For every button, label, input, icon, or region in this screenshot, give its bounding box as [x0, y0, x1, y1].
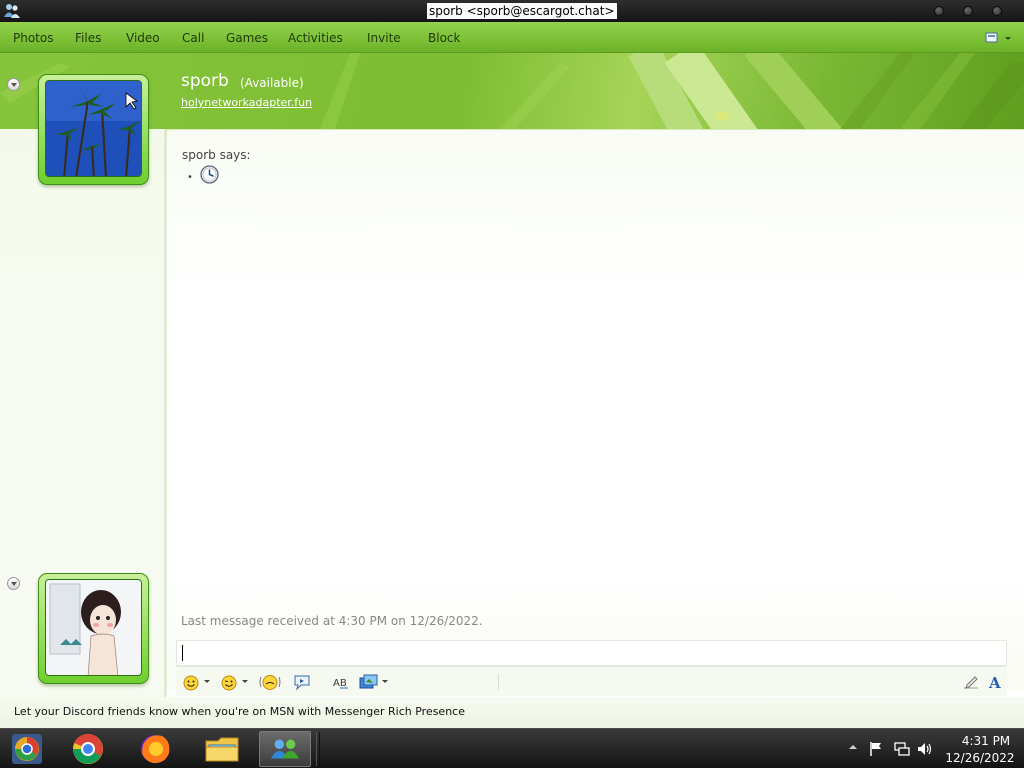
my-display-picture[interactable]: [38, 573, 149, 684]
minimize-button[interactable]: [934, 6, 944, 16]
last-message-timestamp: Last message received at 4:30 PM on 12/2…: [181, 614, 483, 628]
voice-clip-icon[interactable]: [292, 672, 312, 692]
contact-header-banner: [0, 53, 1024, 129]
svg-text:A: A: [988, 674, 1001, 692]
message-bullet: •: [187, 172, 193, 183]
show-taskbar-divider: [316, 732, 320, 766]
menu-games[interactable]: Games: [226, 30, 268, 46]
background-icon[interactable]: [359, 672, 379, 692]
handwriting-icon[interactable]: [962, 672, 980, 692]
contact-display-picture[interactable]: [38, 74, 149, 185]
menu-photos[interactable]: Photos: [13, 30, 53, 46]
close-button[interactable]: [992, 6, 1002, 16]
maximize-button[interactable]: [963, 6, 973, 16]
menu-video[interactable]: Video: [126, 30, 160, 46]
contact-picture-menu-button[interactable]: [7, 78, 20, 91]
nudge-icon[interactable]: [258, 672, 282, 692]
my-picture-menu-button[interactable]: [7, 577, 20, 590]
contact-personal-message[interactable]: holynetworkadapter.fun: [181, 96, 312, 110]
emoticon-dropdown-icon[interactable]: [204, 680, 210, 683]
menu-invite[interactable]: Invite: [367, 30, 401, 46]
ad-text[interactable]: Let your Discord friends know when you'r…: [14, 704, 465, 720]
conversation-area[interactable]: [167, 130, 1024, 690]
bamboo-background: [0, 53, 1024, 129]
file-explorer-icon[interactable]: [196, 731, 248, 767]
menu-call[interactable]: Call: [182, 30, 204, 46]
contact-status: (Available): [240, 76, 304, 90]
svg-text:AB: AB: [333, 678, 347, 689]
text-caret: [182, 645, 183, 661]
volume-icon[interactable]: [916, 741, 934, 757]
contact-name: sporb: [181, 71, 229, 91]
cartoon-avatar-picture: [45, 579, 142, 676]
chrome-canary-icon[interactable]: [2, 731, 54, 767]
taskbar-date[interactable]: 12/26/2022: [942, 750, 1018, 766]
font-icon[interactable]: A: [987, 672, 1005, 692]
title-bar[interactable]: sporb <sporb@escargot.chat>: [0, 0, 1024, 22]
taskbar: 4:31 PM 12/26/2022: [0, 728, 1024, 768]
network-icon[interactable]: [893, 741, 911, 757]
action-center-flag-icon[interactable]: [868, 741, 884, 757]
menu-files[interactable]: Files: [75, 30, 101, 46]
message-input[interactable]: [176, 640, 1007, 666]
window-title: sporb <sporb@escargot.chat>: [427, 3, 617, 19]
menu-block[interactable]: Block: [428, 30, 460, 46]
taskbar-time[interactable]: 4:31 PM: [956, 733, 1016, 749]
sender-says-label: sporb says:: [182, 148, 251, 162]
formatting-toolbar: AB A: [176, 666, 1007, 696]
chrome-icon[interactable]: [62, 731, 114, 767]
font-spell-icon[interactable]: AB: [332, 672, 352, 692]
menu-bar: Photos Files Video Call Games Activities…: [0, 22, 1024, 53]
messenger-icon[interactable]: [259, 731, 311, 767]
clock-emoticon-icon: [200, 165, 219, 184]
show-hidden-icons-icon[interactable]: [848, 742, 858, 752]
emoticon-icon[interactable]: [182, 672, 200, 692]
layout-menu-icon[interactable]: [985, 31, 1013, 45]
menu-activities[interactable]: Activities: [288, 30, 343, 46]
wink-icon[interactable]: [220, 672, 238, 692]
messenger-app-icon[interactable]: [3, 2, 21, 20]
wink-dropdown-icon[interactable]: [242, 680, 248, 683]
toolbar-separator: [498, 674, 499, 690]
palm-tree-picture: [45, 80, 142, 177]
ad-bar[interactable]: Let your Discord friends know when you'r…: [0, 697, 1024, 728]
background-dropdown-icon[interactable]: [382, 680, 388, 683]
firefox-icon[interactable]: [129, 731, 181, 767]
